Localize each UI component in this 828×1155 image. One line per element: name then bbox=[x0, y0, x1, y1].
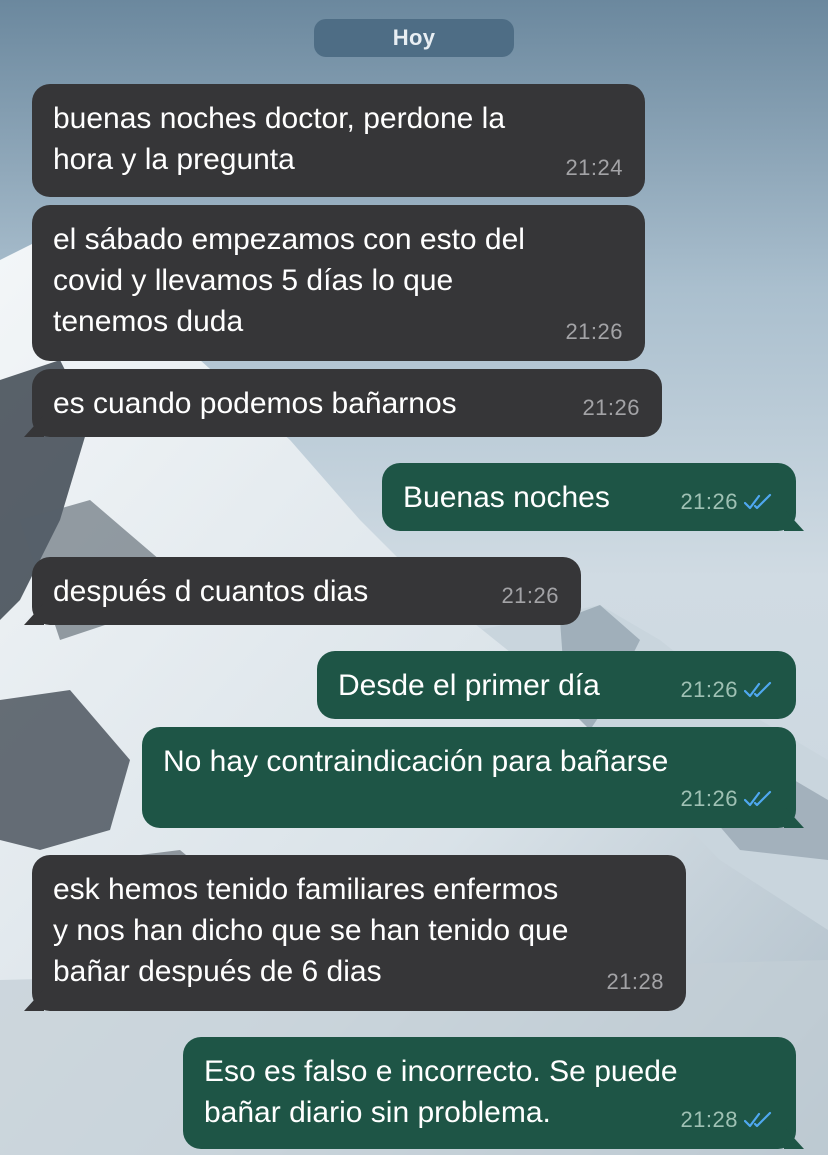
message-meta: 21:26 bbox=[680, 669, 774, 710]
message-meta: 21:24 bbox=[565, 147, 623, 188]
double-check-icon bbox=[744, 1111, 772, 1127]
date-label: Hoy bbox=[392, 25, 436, 50]
message-meta: 21:26 bbox=[680, 481, 774, 522]
double-check-icon bbox=[744, 681, 772, 697]
message-meta: 21:28 bbox=[606, 961, 664, 1002]
message-text: el sábado empezamos con esto del covid y… bbox=[53, 223, 525, 338]
incoming-message[interactable]: el sábado empezamos con esto del covid y… bbox=[32, 205, 645, 361]
message-text: es cuando podemos bañarnos bbox=[53, 387, 457, 420]
incoming-message[interactable]: después d cuantos dias 21:26 bbox=[24, 557, 581, 625]
message-time: 21:24 bbox=[565, 155, 623, 180]
message-time: 21:26 bbox=[680, 489, 738, 514]
message-time: 21:26 bbox=[565, 319, 623, 344]
message-time: 21:26 bbox=[501, 583, 559, 608]
date-divider: Hoy bbox=[314, 19, 514, 57]
message-time: 21:26 bbox=[582, 395, 640, 420]
message-time: 21:28 bbox=[606, 969, 664, 994]
message-text: después d cuantos dias bbox=[53, 575, 369, 608]
incoming-message[interactable]: esk hemos tenido familiares enfermos y n… bbox=[24, 855, 686, 1011]
message-time: 21:26 bbox=[680, 786, 738, 811]
message-meta: 21:26 bbox=[565, 311, 623, 352]
incoming-message[interactable]: es cuando podemos bañarnos 21:26 bbox=[24, 369, 662, 437]
message-meta: 21:26 bbox=[501, 575, 559, 616]
message-meta: 21:28 bbox=[680, 1099, 774, 1140]
message-text: esk hemos tenido familiares enfermos y n… bbox=[53, 873, 569, 988]
bubble-tail bbox=[24, 603, 44, 625]
bubble-tail bbox=[784, 806, 804, 828]
outgoing-message[interactable]: Desde el primer día 21:26 bbox=[317, 651, 796, 719]
message-text: No hay contraindicación para bañarse bbox=[163, 745, 669, 778]
bubble-tail bbox=[24, 415, 44, 437]
message-time: 21:28 bbox=[680, 1107, 738, 1132]
message-meta: 21:26 bbox=[582, 387, 640, 428]
message-time: 21:26 bbox=[680, 677, 738, 702]
outgoing-message[interactable]: Eso es falso e incorrecto. Se puede baña… bbox=[183, 1037, 804, 1149]
bubble-tail bbox=[784, 1127, 804, 1149]
double-check-icon bbox=[744, 493, 772, 509]
message-text: buenas noches doctor, perdone la hora y … bbox=[53, 102, 506, 176]
incoming-message[interactable]: buenas noches doctor, perdone la hora y … bbox=[32, 84, 645, 197]
outgoing-message[interactable]: No hay contraindicación para bañarse 21:… bbox=[142, 727, 804, 828]
bubble-tail bbox=[784, 509, 804, 531]
message-meta: 21:26 bbox=[680, 778, 774, 819]
outgoing-message[interactable]: Buenas noches 21:26 bbox=[382, 463, 804, 531]
bubble-tail bbox=[24, 989, 44, 1011]
double-check-icon bbox=[744, 790, 772, 806]
